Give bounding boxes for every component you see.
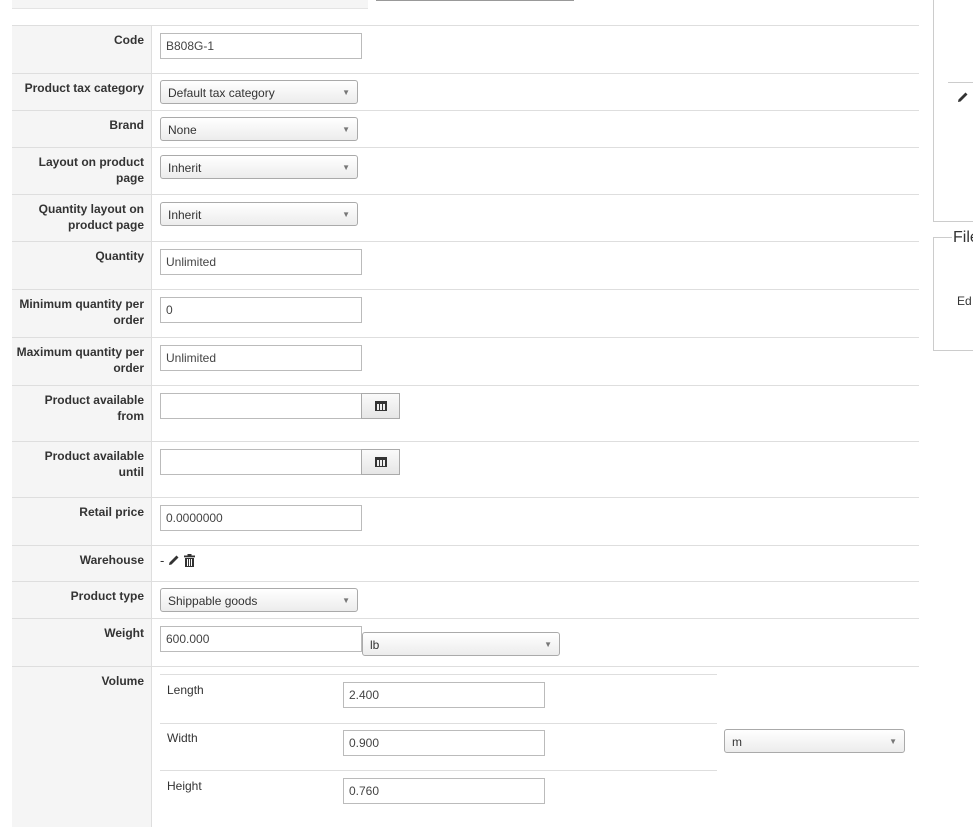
product-type-value: Shippable goods <box>168 594 258 608</box>
code-label: Code <box>114 33 144 47</box>
pencil-icon[interactable] <box>957 91 969 106</box>
warehouse-value: - <box>160 553 165 568</box>
row-brand: Brand None ▼ <box>12 111 919 148</box>
min-qty-label: Minimum quantity per order <box>19 297 144 327</box>
brand-select[interactable]: None ▼ <box>160 117 358 141</box>
quantity-layout-value: Inherit <box>168 208 202 222</box>
volume-label: Volume <box>101 674 144 688</box>
row-min-qty: Minimum quantity per order 0 <box>12 290 919 338</box>
width-label: Width <box>167 731 198 745</box>
weight-unit-value: lb <box>370 638 380 652</box>
weight-input[interactable]: 600.000 <box>160 626 362 652</box>
available-from-input[interactable] <box>160 393 362 419</box>
retail-price-label: Retail price <box>79 505 144 519</box>
min-qty-input[interactable]: 0 <box>160 297 362 323</box>
row-quantity: Quantity Unlimited <box>12 242 919 290</box>
available-until-input[interactable] <box>160 449 362 475</box>
pencil-icon[interactable] <box>168 554 180 566</box>
files-edit-link[interactable]: Ed <box>957 294 972 308</box>
available-from-label: Product available from <box>44 393 144 423</box>
row-layout: Layout on product page Inherit ▼ <box>12 148 919 195</box>
brand-value: None <box>168 123 197 137</box>
available-until-label: Product available until <box>44 449 144 479</box>
height-input[interactable]: 0.760 <box>343 778 545 804</box>
trash-icon[interactable] <box>183 554 195 567</box>
warehouse-label: Warehouse <box>79 553 144 567</box>
volume-unit-select[interactable]: m ▼ <box>724 729 905 753</box>
row-quantity-layout: Quantity layout on product page Inherit … <box>12 195 919 242</box>
volume-height-row: Height 0.760 <box>160 771 717 818</box>
layout-select[interactable]: Inherit ▼ <box>160 155 358 179</box>
tax-category-value: Default tax category <box>168 86 275 100</box>
available-from-calendar-button[interactable] <box>361 393 400 419</box>
chevron-down-icon: ▼ <box>342 163 350 172</box>
volume-unit-value: m <box>732 735 742 749</box>
length-label: Length <box>167 683 204 697</box>
row-code: Code B808G-1 <box>12 26 919 74</box>
calendar-icon <box>374 401 387 411</box>
code-input[interactable]: B808G-1 <box>160 33 362 59</box>
right-panel-divider <box>948 82 973 83</box>
max-qty-input[interactable]: Unlimited <box>160 345 362 371</box>
quantity-label: Quantity <box>95 249 144 263</box>
row-available-from: Product available from <box>12 386 919 442</box>
weight-label: Weight <box>104 626 144 640</box>
quantity-input[interactable]: Unlimited <box>160 249 362 275</box>
max-qty-label: Maximum quantity per order <box>16 345 144 375</box>
tax-category-select[interactable]: Default tax category ▼ <box>160 80 358 104</box>
quantity-layout-label: Quantity layout on product page <box>38 202 144 232</box>
product-type-label: Product type <box>70 589 144 603</box>
chevron-down-icon: ▼ <box>342 125 350 134</box>
product-type-select[interactable]: Shippable goods ▼ <box>160 588 358 612</box>
chevron-down-icon: ▼ <box>544 640 552 649</box>
row-product-type: Product type Shippable goods ▼ <box>12 582 919 619</box>
tax-category-label: Product tax category <box>24 81 144 95</box>
available-until-calendar-button[interactable] <box>361 449 400 475</box>
row-weight: Weight 600.000 lb ▼ <box>12 619 919 667</box>
chevron-down-icon: ▼ <box>889 737 897 746</box>
row-volume: Volume Length 2.400 Width 0.900 Height 0… <box>12 667 919 827</box>
weight-unit-select[interactable]: lb ▼ <box>362 632 560 656</box>
row-max-qty: Maximum quantity per order Unlimited <box>12 338 919 386</box>
width-input[interactable]: 0.900 <box>343 730 545 756</box>
volume-width-row: Width 0.900 <box>160 723 717 771</box>
layout-value: Inherit <box>168 161 202 175</box>
quantity-layout-select[interactable]: Inherit ▼ <box>160 202 358 226</box>
height-label: Height <box>167 779 202 793</box>
volume-length-row: Length 2.400 <box>160 674 717 724</box>
brand-label: Brand <box>109 118 144 132</box>
top-line <box>376 0 574 1</box>
row-tax-category: Product tax category Default tax categor… <box>12 74 919 111</box>
chevron-down-icon: ▼ <box>342 88 350 97</box>
row-retail-price: Retail price 0.0000000 <box>12 498 919 546</box>
right-panel <box>933 0 973 222</box>
files-title: File <box>952 229 973 247</box>
retail-price-input[interactable]: 0.0000000 <box>160 505 362 531</box>
top-strip <box>12 0 368 9</box>
calendar-icon <box>374 457 387 467</box>
length-input[interactable]: 2.400 <box>343 682 545 708</box>
row-available-until: Product available until <box>12 442 919 498</box>
layout-label: Layout on product page <box>38 155 144 185</box>
chevron-down-icon: ▼ <box>342 596 350 605</box>
row-warehouse: Warehouse - <box>12 546 919 582</box>
product-form: Code B808G-1 Product tax category Defaul… <box>12 25 919 827</box>
chevron-down-icon: ▼ <box>342 210 350 219</box>
